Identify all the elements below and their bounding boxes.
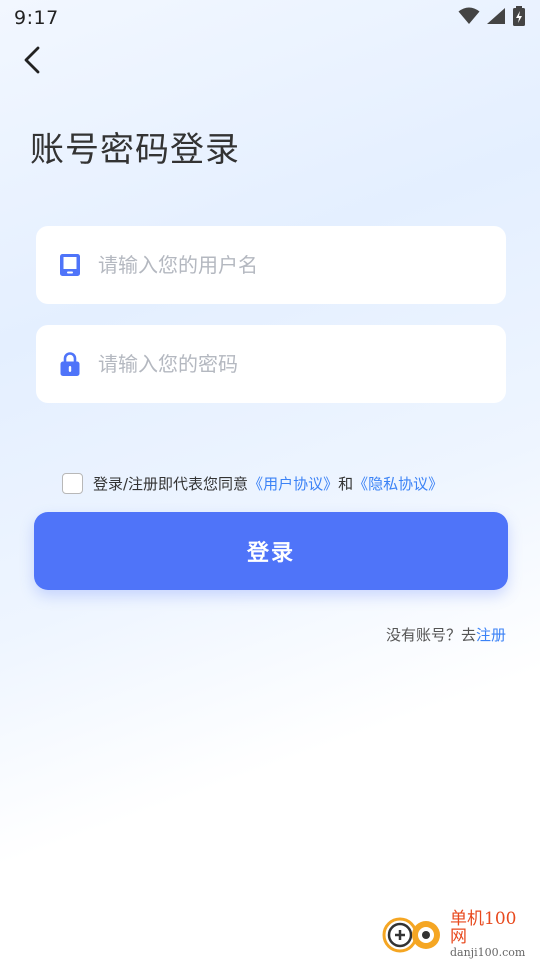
wifi-icon — [458, 7, 480, 29]
status-bar: 9:17 — [0, 0, 540, 36]
agreement-and: 和 — [338, 475, 354, 493]
watermark-name: 单机100网 — [450, 909, 517, 948]
register-prompt: 没有账号？去 — [385, 626, 476, 644]
username-field[interactable] — [36, 226, 506, 304]
watermark: 单机100网 danji100.com — [382, 909, 532, 960]
agreement-checkbox[interactable] — [62, 473, 83, 494]
agreement-row: 登录/注册即代表您同意 《用户协议》 和 《隐私协议》 — [62, 473, 443, 494]
password-field[interactable] — [36, 325, 506, 403]
status-icons — [458, 6, 526, 30]
watermark-url: danji100.com — [450, 946, 526, 960]
agreement-prefix: 登录/注册即代表您同意 — [93, 475, 249, 493]
register-row: 没有账号？去注册 — [386, 624, 506, 645]
lock-icon — [58, 352, 82, 376]
chevron-left-icon — [21, 45, 43, 79]
user-agreement-link[interactable]: 《用户协议》 — [248, 473, 338, 494]
watermark-logo-icon — [382, 911, 444, 959]
login-button[interactable]: 登录 — [34, 512, 508, 590]
phone-icon — [58, 253, 82, 277]
page-title: 账号密码登录 — [30, 130, 240, 170]
register-link[interactable]: 注册 — [476, 626, 506, 644]
signal-icon — [486, 7, 506, 29]
back-button[interactable] — [14, 44, 50, 80]
username-input[interactable] — [98, 253, 478, 277]
password-input[interactable] — [98, 352, 478, 376]
battery-charging-icon — [512, 6, 526, 30]
watermark-text: 单机100网 danji100.com — [450, 909, 532, 960]
status-time: 9:17 — [14, 7, 59, 29]
privacy-policy-link[interactable]: 《隐私协议》 — [353, 473, 443, 494]
